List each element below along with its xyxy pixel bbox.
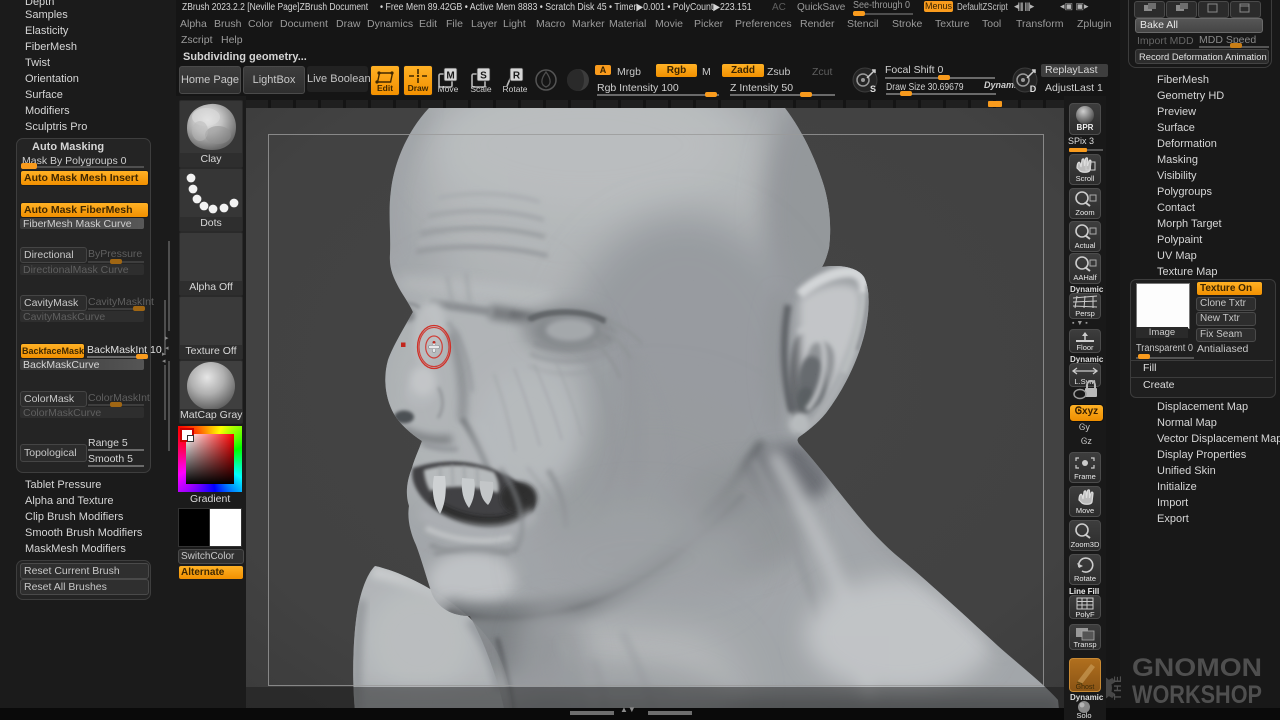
svg-text:D: D [1030,84,1037,94]
svg-text:Frame: Frame [1074,472,1096,481]
svg-text:Rotate: Rotate [502,84,527,94]
svg-text:PolyF: PolyF [1075,610,1095,619]
svg-text:Solo: Solo [1076,711,1091,719]
svg-text:THE: THE [1113,674,1124,700]
svg-text:Zoom: Zoom [1075,208,1094,217]
svg-text:WORKSHOP: WORKSHOP [1132,681,1262,709]
svg-text:R: R [513,71,521,82]
svg-text:Floor: Floor [1076,343,1094,352]
svg-text:Persp: Persp [1075,309,1095,318]
svg-text:GNOMON: GNOMON [1132,654,1262,682]
svg-text:Rotate: Rotate [1074,574,1096,583]
svg-text:Scale: Scale [470,84,492,94]
svg-text:S: S [870,84,876,94]
svg-text:Ghost: Ghost [1076,684,1095,691]
svg-text:Draw: Draw [408,83,429,93]
svg-text:Zoom3D: Zoom3D [1071,540,1100,549]
svg-text:BPR: BPR [1077,123,1094,132]
svg-text:Move: Move [438,84,459,94]
svg-text:M: M [446,71,454,82]
svg-text:Actual: Actual [1075,241,1096,250]
svg-text:Scroll: Scroll [1076,174,1095,183]
svg-text:S: S [480,71,487,82]
svg-text:Transp: Transp [1073,640,1096,649]
svg-text:AAHalf: AAHalf [1073,273,1097,282]
svg-text:Move: Move [1076,506,1094,515]
svg-text:Edit: Edit [377,83,393,93]
